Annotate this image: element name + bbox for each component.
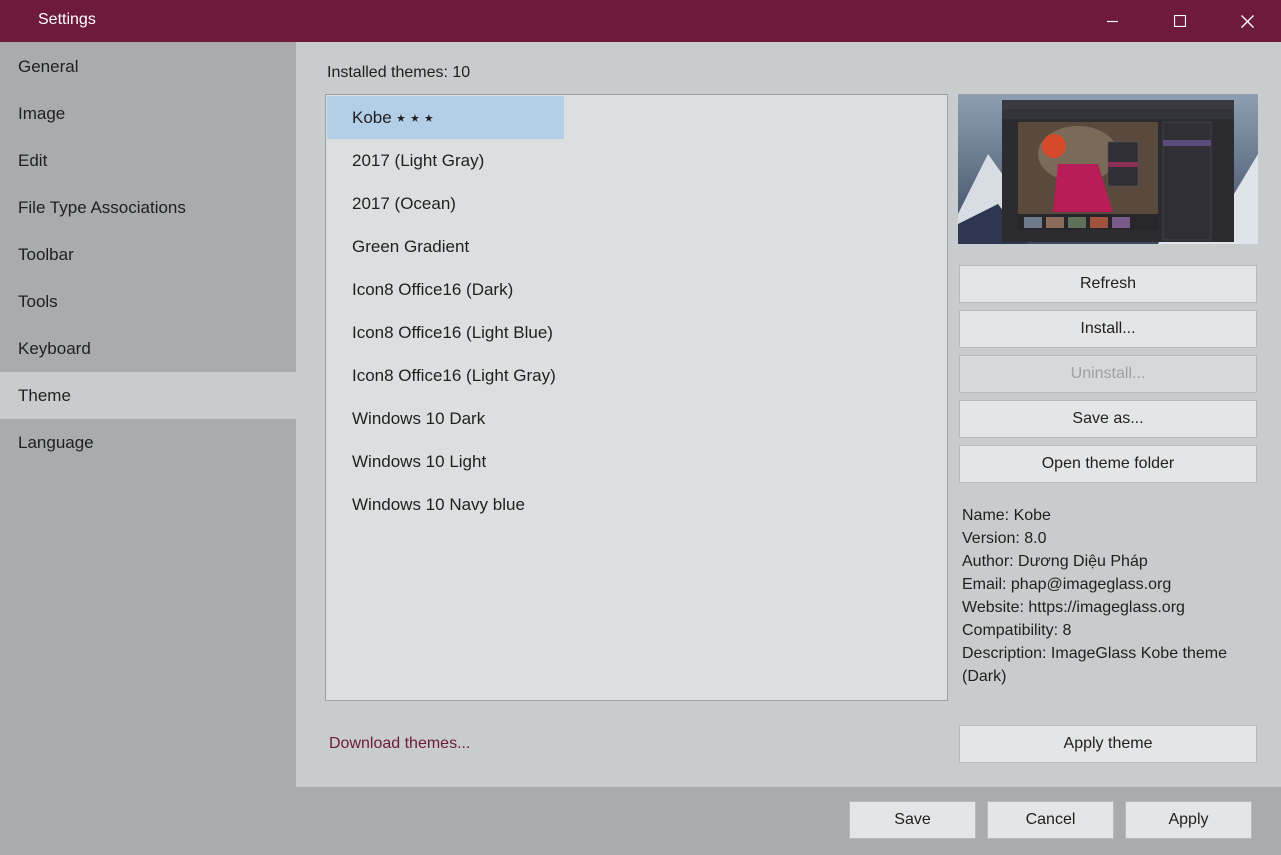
theme-info-website: Website: https://imageglass.org — [962, 599, 1185, 616]
theme-info-description: Description: ImageGlass Kobe theme (Dark… — [962, 645, 1228, 685]
sidebar-item-keyboard[interactable]: Keyboard — [0, 325, 296, 372]
cancel-button[interactable]: Cancel — [987, 801, 1114, 839]
download-themes-link[interactable]: Download themes... — [329, 735, 470, 753]
theme-info-compatibility: Compatibility: 8 — [962, 622, 1072, 639]
sidebar-item-general[interactable]: General — [0, 43, 296, 90]
maximize-icon — [1174, 15, 1186, 27]
theme-info-name: Name: Kobe — [962, 507, 1051, 524]
theme-list-item[interactable]: 2017 (Light Gray) — [327, 139, 484, 182]
close-icon — [1241, 14, 1254, 28]
theme-info-email: Email: phap@imageglass.org — [962, 576, 1172, 593]
theme-info-author: Author: Dương Diệu Pháp — [962, 553, 1148, 570]
open-theme-folder-button[interactable]: Open theme folder — [959, 445, 1257, 483]
save-as-button[interactable]: Save as... — [959, 400, 1257, 438]
sidebar-item-image[interactable]: Image — [0, 90, 296, 137]
theme-list-item[interactable]: Windows 10 Light — [327, 440, 486, 483]
apply-theme-button[interactable]: Apply theme — [959, 725, 1257, 763]
installed-themes-label: Installed themes: 10 — [327, 64, 471, 81]
theme-list-item[interactable]: Windows 10 Navy blue — [327, 483, 525, 526]
sidebar-item-toolbar[interactable]: Toolbar — [0, 231, 296, 278]
theme-list-item[interactable]: Icon8 Office16 (Light Blue) — [327, 311, 553, 354]
apply-button[interactable]: Apply — [1125, 801, 1252, 839]
theme-settings-panel: Installed themes: 10 Kobe ⭑ ⭑ ⭑ 2017 (Li… — [296, 42, 1281, 787]
maximize-button[interactable] — [1147, 0, 1213, 42]
sidebar-item-theme[interactable]: Theme — [0, 372, 296, 419]
save-button[interactable]: Save — [849, 801, 976, 839]
close-button[interactable] — [1214, 0, 1281, 42]
sidebar: General Image Edit File Type Association… — [0, 42, 296, 855]
minimize-button[interactable] — [1080, 0, 1146, 42]
theme-list-item[interactable]: 2017 (Ocean) — [327, 182, 456, 225]
theme-list-item[interactable]: Icon8 Office16 (Dark) — [327, 268, 513, 311]
sidebar-item-tools[interactable]: Tools — [0, 278, 296, 325]
theme-list[interactable]: Kobe ⭑ ⭑ ⭑ 2017 (Light Gray) 2017 (Ocean… — [325, 94, 948, 701]
theme-list-item[interactable]: Icon8 Office16 (Light Gray) — [327, 354, 556, 397]
theme-list-item[interactable]: Windows 10 Dark — [327, 397, 485, 440]
theme-list-item[interactable]: Kobe ⭑ ⭑ ⭑ — [327, 96, 564, 139]
refresh-button[interactable]: Refresh — [959, 265, 1257, 303]
window-controls — [1080, 0, 1281, 42]
theme-info: Name: Kobe Version: 8.0 Author: Dương Di… — [962, 504, 1262, 688]
theme-preview-image — [958, 94, 1258, 244]
minimize-icon — [1107, 20, 1118, 23]
sidebar-item-edit[interactable]: Edit — [0, 137, 296, 184]
window-title: Settings — [38, 11, 96, 28]
uninstall-button[interactable]: Uninstall... — [959, 355, 1257, 393]
theme-info-version: Version: 8.0 — [962, 530, 1047, 547]
install-button[interactable]: Install... — [959, 310, 1257, 348]
sidebar-item-language[interactable]: Language — [0, 419, 296, 466]
sidebar-item-file-type-associations[interactable]: File Type Associations — [0, 184, 296, 231]
theme-list-item[interactable]: Green Gradient — [327, 225, 469, 268]
